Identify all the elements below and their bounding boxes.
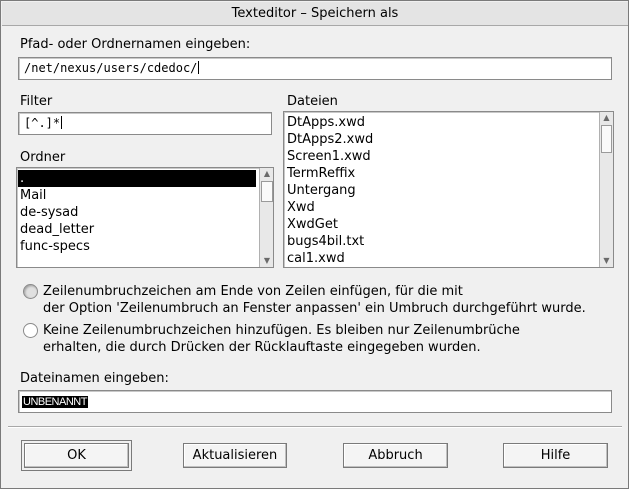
list-item[interactable]: cal1.xwd [285, 250, 595, 267]
path-input[interactable]: /net/nexus/users/cdedoc/ [18, 57, 612, 80]
scroll-up-icon[interactable]: ▲ [600, 112, 613, 124]
folders-items: . Mail de-sysad dead_letter func-specs [18, 170, 256, 255]
scroll-up-icon[interactable]: ▲ [260, 168, 273, 180]
list-item[interactable]: DtApps2.xwd [285, 131, 595, 148]
help-button[interactable]: Hilfe [503, 443, 608, 468]
text-cursor [198, 61, 200, 74]
files-list[interactable]: DtApps.xwd DtApps2.xwd Screen1.xwd TermR… [283, 111, 614, 268]
option-1-line-1: Zeilenumbruchzeichen am Ende von Zeilen … [43, 284, 463, 299]
list-item[interactable]: de-sysad [18, 204, 256, 221]
list-item[interactable]: Mail [18, 187, 256, 204]
cancel-button[interactable]: Abbruch [343, 443, 448, 468]
radio-button[interactable] [23, 323, 38, 338]
scroll-thumb[interactable] [601, 125, 612, 153]
filter-label: Filter [20, 94, 53, 109]
list-item[interactable]: . [18, 170, 256, 187]
update-button[interactable]: Aktualisieren [183, 443, 287, 468]
filename-label: Dateinamen eingeben: [20, 371, 169, 386]
scroll-thumb[interactable] [261, 181, 273, 202]
list-item[interactable]: func-specs [18, 238, 256, 255]
option-1-line-2: der Option 'Zeilenumbruch an Fenster anp… [43, 301, 586, 316]
filter-input[interactable]: [^.]* [18, 112, 272, 135]
text-cursor [61, 116, 63, 129]
radio-button-selected[interactable] [23, 284, 38, 299]
filename-input[interactable]: UNBENANNT [18, 390, 612, 413]
option-2-line-2: erhalten, die durch Drücken der Rücklauf… [43, 340, 481, 355]
folders-scrollbar[interactable]: ▲ ▼ [259, 168, 273, 267]
list-item[interactable]: Xwd [285, 199, 595, 216]
list-item[interactable]: Screen1.xwd [285, 148, 595, 165]
files-items: DtApps.xwd DtApps2.xwd Screen1.xwd TermR… [285, 114, 595, 267]
save-as-dialog: Texteditor – Speichern als Pfad- oder Or… [0, 0, 629, 489]
window-title[interactable]: Texteditor – Speichern als [2, 2, 628, 26]
folders-label: Ordner [20, 150, 66, 165]
ok-button[interactable]: OK [21, 440, 132, 471]
list-item[interactable]: TermReffix [285, 165, 595, 182]
files-label: Dateien [287, 94, 338, 109]
option-2-line-1: Keine Zeilenumbruchzeichen hinzufügen. E… [43, 323, 520, 338]
list-item[interactable]: bugs4bil.txt [285, 233, 595, 250]
list-item[interactable]: XwdGet [285, 216, 595, 233]
list-item[interactable]: Untergang [285, 182, 595, 199]
list-item[interactable]: dead_letter [18, 221, 256, 238]
list-item[interactable]: DtApps.xwd [285, 114, 595, 131]
divider-highlight [8, 427, 622, 428]
filename-value: UNBENANNT [22, 396, 88, 408]
scroll-down-icon[interactable]: ▼ [260, 255, 273, 267]
filter-value: [^.]* [24, 116, 61, 130]
path-label: Pfad- oder Ordnernamen eingeben: [20, 37, 251, 52]
path-value: /net/nexus/users/cdedoc/ [24, 61, 198, 75]
folders-list[interactable]: . Mail de-sysad dead_letter func-specs ▲… [16, 167, 274, 268]
scroll-down-icon[interactable]: ▼ [600, 255, 613, 267]
files-scrollbar[interactable]: ▲ ▼ [599, 112, 613, 267]
